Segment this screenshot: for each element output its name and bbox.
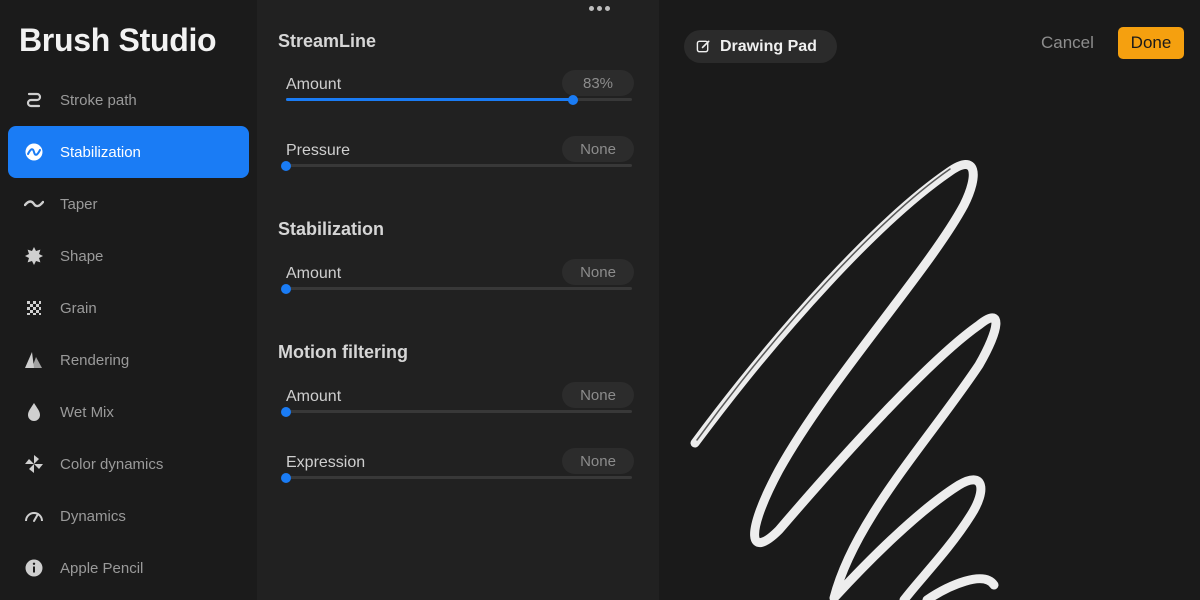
section-title-motion-filtering: Motion filtering [278,342,408,362]
motion-filtering-amount-slider[interactable] [281,406,632,417]
stroke-path-icon [24,90,44,110]
apple-pencil-icon [24,558,44,578]
slider-thumb[interactable] [568,94,579,105]
slider-thumb[interactable] [281,283,291,294]
stabilization-amount-slider[interactable] [281,283,632,294]
section-title-streamline: StreamLine [278,31,377,51]
section-title-stabilization: Stabilization [278,219,385,239]
value-badge[interactable]: None [562,136,634,162]
rendering-icon [24,350,44,370]
setting-label: Pressure [286,142,351,159]
slider-fill [286,98,574,101]
sidebar-item-label: Stabilization [60,143,141,161]
sidebar-item-label: Apple Pencil [60,559,144,577]
drawing-pad-label: Drawing Pad [720,37,817,55]
sidebar-item-label: Dynamics [60,507,126,525]
sidebar-item-stabilization[interactable]: Stabilization [8,126,249,178]
slider-thumb[interactable] [281,160,291,171]
sidebar-item-label: Wet Mix [60,403,114,421]
value-badge[interactable]: None [562,259,634,285]
sidebar-item-wet-mix[interactable]: Wet Mix [8,386,249,438]
cancel-button[interactable]: Cancel [1041,33,1094,53]
wet-mix-icon [24,402,44,422]
sidebar: Brush Studio Stroke path Stabilization T… [0,0,257,600]
sidebar-item-label: Grain [60,299,97,317]
edit-icon [696,40,710,53]
setting-label: Amount [286,76,342,93]
app-title: Brush Studio [19,22,217,58]
sidebar-item-label: Color dynamics [60,455,164,473]
motion-filtering-amount-setting: Amount None [281,382,637,438]
sidebar-item-apple-pencil[interactable]: Apple Pencil [8,542,249,594]
more-options-icon[interactable] [587,3,611,13]
setting-label: Amount [286,265,342,282]
sidebar-item-color-dynamics[interactable]: Color dynamics [8,438,249,490]
settings-panel: StreamLine Amount 83% Pressure None Stab… [257,0,659,600]
stabilization-icon [24,142,44,162]
sidebar-item-label: Rendering [60,351,130,369]
sidebar-item-dynamics[interactable]: Dynamics [8,490,249,542]
done-button[interactable]: Done [1118,27,1184,59]
sidebar-item-taper[interactable]: Taper [8,178,249,230]
slider-thumb[interactable] [281,472,291,483]
dynamics-icon [24,506,44,526]
taper-icon [24,194,44,214]
shape-icon [24,246,44,266]
grain-icon [24,298,44,318]
sidebar-item-rendering[interactable]: Rendering [8,334,249,386]
slider-thumb[interactable] [281,406,291,417]
motion-filtering-expression-setting: Expression None [281,448,637,504]
brush-stroke-preview [690,160,1001,600]
color-dynamics-icon [24,454,44,474]
setting-label: Expression [286,454,366,471]
sidebar-item-grain[interactable]: Grain [8,282,249,334]
sidebar-item-label: Shape [60,247,104,265]
streamline-amount-setting: Amount 83% [285,70,637,126]
sidebar-item-stroke-path[interactable]: Stroke path [8,74,249,126]
sidebar-nav: Stroke path Stabilization Taper Shape Gr… [8,74,249,594]
value-badge[interactable]: 83% [562,70,634,96]
streamline-pressure-setting: Pressure None [281,136,637,192]
sidebar-item-label: Stroke path [60,91,137,109]
motion-filtering-expression-slider[interactable] [281,472,632,483]
drawing-pad-canvas[interactable]: Drawing Pad Cancel Done [659,0,1200,600]
stabilization-amount-setting: Amount None [281,259,637,315]
setting-label: Amount [286,388,342,405]
value-badge[interactable]: None [562,448,634,474]
sidebar-item-label: Taper [60,195,98,213]
drawing-pad-button[interactable]: Drawing Pad [684,30,837,63]
value-badge[interactable]: None [562,382,634,408]
streamline-amount-slider[interactable] [286,94,632,105]
streamline-pressure-slider[interactable] [281,160,632,171]
sidebar-item-shape[interactable]: Shape [8,230,249,282]
